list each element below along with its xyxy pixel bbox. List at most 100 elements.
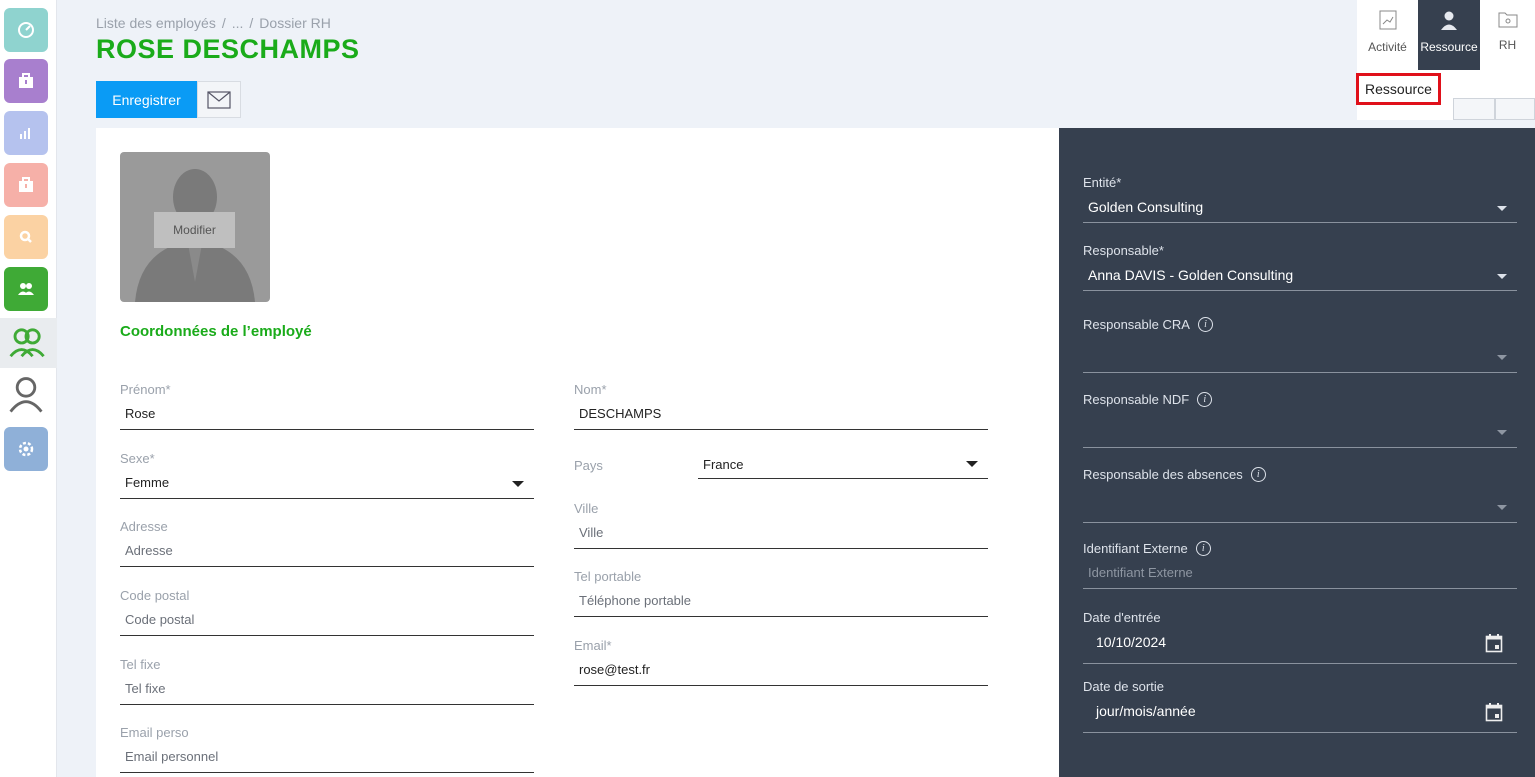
chevron-down-icon [1497, 355, 1507, 360]
date-sortie-value: jour/mois/année [1096, 703, 1196, 719]
field-label: Date de sortie [1083, 678, 1164, 694]
search-icon [19, 230, 32, 243]
sidebar-item-profile[interactable] [4, 372, 48, 416]
responsable-absences-select[interactable] [1083, 483, 1517, 523]
info-icon[interactable]: i [1195, 540, 1211, 556]
breadcrumb-item-employee-list[interactable]: Liste des employés [96, 15, 216, 31]
field-label: Pays [574, 458, 603, 473]
field-email: Email* rose@test.fr [574, 638, 988, 686]
entite-value: Golden Consulting [1088, 199, 1204, 215]
sidebar-item-reports[interactable] [4, 111, 48, 155]
date-entree-input[interactable]: 10/10/2024 [1083, 626, 1517, 664]
user-outline-icon [9, 377, 43, 413]
calendar-icon[interactable] [1485, 702, 1503, 722]
field-tel-portable: Tel portable Téléphone portable [574, 569, 988, 617]
info-icon[interactable]: i [1250, 466, 1266, 482]
field-label: Tel fixe [120, 657, 161, 672]
tab-ressource[interactable]: Ressource [1418, 0, 1480, 70]
breadcrumb-separator: / [221, 15, 226, 31]
chevron-down-icon [1497, 206, 1507, 211]
field-label: Ville [574, 501, 599, 516]
field-code-postal: Code postal Code postal [120, 588, 534, 636]
responsable-value: Anna DAVIS - Golden Consulting [1088, 267, 1294, 283]
field-label: Responsable* [1083, 242, 1164, 258]
tel-portable-input[interactable]: Téléphone portable [574, 586, 988, 617]
tab-label: Activité [1368, 40, 1407, 54]
field-label-row: Responsable CRA i [1083, 315, 1517, 333]
field-label-row: Responsable NDF i [1083, 390, 1517, 408]
page-title: ROSE DESCHAMPS [96, 34, 360, 64]
ville-input[interactable]: Ville [574, 518, 988, 549]
field-label: Email perso [120, 725, 189, 740]
field-label: Tel portable [574, 569, 642, 584]
sexe-select[interactable]: Femme [120, 468, 534, 499]
responsable-cra-select[interactable] [1083, 333, 1517, 373]
pays-select[interactable]: France [698, 450, 988, 479]
field-label: Date d'entrée [1083, 609, 1161, 625]
tab-label: Ressource [1420, 40, 1478, 54]
email-input[interactable]: rose@test.fr [574, 655, 988, 686]
breadcrumb-item-ellipsis[interactable]: ... [232, 15, 244, 31]
briefcase-icon [19, 177, 33, 192]
envelope-icon [207, 90, 231, 109]
field-adresse: Adresse Adresse [120, 519, 534, 567]
chart-file-icon [1379, 10, 1396, 30]
field-label: Nom* [574, 382, 607, 397]
resource-settings-panel: Entité* Golden Consulting Responsable* A… [1059, 128, 1535, 777]
sexe-value: Femme [125, 475, 170, 490]
view-toggle-left[interactable] [1453, 98, 1495, 120]
breadcrumb-separator: / [249, 15, 254, 31]
field-email-perso: Email perso Email personnel [120, 725, 534, 773]
info-icon[interactable]: i [1197, 316, 1213, 332]
email-button[interactable] [197, 81, 241, 118]
tel-fixe-input[interactable]: Tel fixe [120, 674, 534, 705]
field-label: Prénom* [120, 382, 171, 397]
section-tabs: Activité Ressource RH [1357, 0, 1535, 70]
code-postal-input[interactable]: Code postal [120, 605, 534, 636]
field-entite: Entité* Golden Consulting [1083, 173, 1517, 223]
user-icon [1441, 11, 1457, 30]
field-label: Responsable CRA [1083, 316, 1190, 332]
employee-photo: Modifier [120, 152, 270, 302]
field-label-row: Identifiant Externe i [1083, 539, 1517, 557]
sidebar-item-search[interactable] [4, 215, 48, 259]
nom-input[interactable]: DESCHAMPS [574, 399, 988, 430]
tab-rh[interactable]: RH [1480, 0, 1535, 70]
identifiant-externe-input[interactable]: Identifiant Externe [1083, 557, 1517, 589]
view-toggle-right[interactable] [1495, 98, 1535, 120]
field-date-sortie: Date de sortie jour/mois/année [1083, 677, 1517, 733]
sidebar-item-employees[interactable] [4, 321, 48, 365]
modify-photo-button[interactable]: Modifier [154, 212, 235, 248]
prenom-input[interactable]: Rose [120, 399, 534, 430]
sidebar-item-team[interactable] [4, 267, 48, 311]
sidebar-item-dashboard[interactable] [4, 8, 48, 52]
sidebar-item-settings[interactable] [4, 427, 48, 471]
field-label: Sexe* [120, 451, 155, 466]
entite-select[interactable]: Golden Consulting [1083, 191, 1517, 223]
sidebar-item-expenses[interactable] [4, 163, 48, 207]
calendar-icon[interactable] [1485, 633, 1503, 653]
field-prenom: Prénom* Rose [120, 382, 534, 430]
date-sortie-input[interactable]: jour/mois/année [1083, 695, 1517, 733]
responsable-select[interactable]: Anna DAVIS - Golden Consulting [1083, 259, 1517, 291]
tab-activite[interactable]: Activité [1357, 0, 1418, 70]
field-label: Entité* [1083, 174, 1122, 190]
adresse-input[interactable]: Adresse [120, 536, 534, 567]
chevron-down-icon [1497, 505, 1507, 510]
email-perso-input[interactable]: Email personnel [120, 742, 534, 773]
field-label: Responsable des absences [1083, 466, 1243, 482]
responsable-ndf-select[interactable] [1083, 408, 1517, 448]
tab-tooltip: Ressource [1356, 73, 1441, 105]
section-title: Coordonnées de l’employé [120, 323, 312, 340]
field-label: Email* [574, 638, 612, 653]
field-label: Code postal [120, 588, 190, 603]
field-responsable: Responsable* Anna DAVIS - Golden Consult… [1083, 241, 1517, 291]
save-button[interactable]: Enregistrer [96, 81, 197, 118]
chevron-down-icon [512, 481, 524, 487]
sidebar-item-projects[interactable] [4, 59, 48, 103]
field-date-entree: Date d'entrée 10/10/2024 [1083, 608, 1517, 664]
field-label: Adresse [120, 519, 168, 534]
users-outline-icon [9, 328, 45, 358]
info-icon[interactable]: i [1197, 391, 1213, 407]
field-responsable-absences: Responsable des absences i [1083, 465, 1517, 523]
